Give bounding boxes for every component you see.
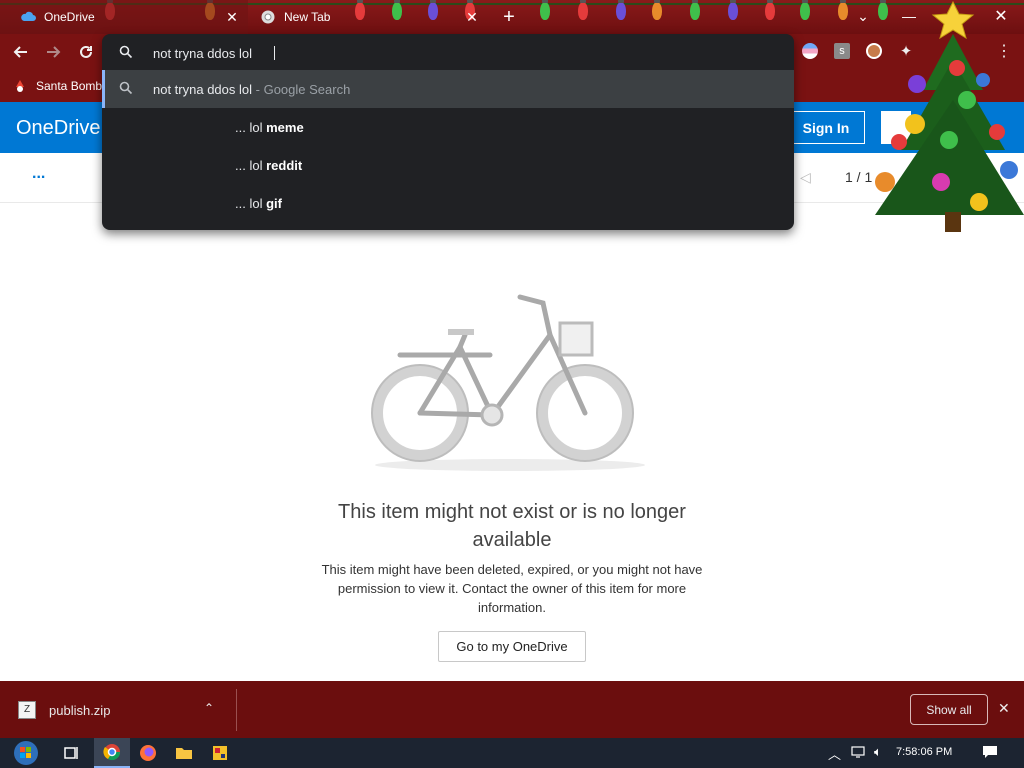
app-title[interactable]: OneDrive <box>16 117 100 140</box>
suggestion-completion: meme <box>266 119 304 135</box>
light-bulb <box>652 0 662 20</box>
extension-icon[interactable]: s <box>834 43 850 59</box>
taskbar-file-explorer[interactable] <box>166 738 202 768</box>
selection-indicator <box>102 70 105 108</box>
suggestion-query: not tryna ddos lol <box>153 81 253 97</box>
tab-label: New Tab <box>284 10 331 24</box>
chevron-up-icon[interactable]: ⌃ <box>204 701 214 715</box>
reload-button[interactable] <box>73 39 99 65</box>
close-shelf-icon[interactable]: ✕ <box>998 700 1010 717</box>
light-bulb <box>690 0 700 20</box>
suggestion-text: ... lol meme <box>235 120 304 135</box>
error-description: This item might have been deleted, expir… <box>321 562 703 615</box>
extension-icon[interactable] <box>802 43 818 59</box>
bicycle-illustration <box>371 294 645 471</box>
network-icon[interactable] <box>851 745 867 759</box>
taskbar: ︿ 🔈︎ 7:58:06 PM <box>0 738 1024 768</box>
suggestion-completion: reddit <box>266 157 303 173</box>
close-tab-icon[interactable]: ✕ <box>224 9 240 25</box>
suggestion-text: ... lol reddit <box>235 158 302 173</box>
tab-label: OneDrive <box>44 10 95 24</box>
light-bulb <box>800 0 810 20</box>
taskbar-app[interactable] <box>202 738 238 768</box>
prev-page-icon[interactable]: ◁ <box>800 169 811 186</box>
light-bulb <box>578 0 588 20</box>
zip-file-icon: Z <box>18 701 36 719</box>
omnibox-input[interactable]: not tryna ddos lol <box>153 46 252 61</box>
omnibox-dropdown: not tryna ddos lol not tryna ddos lol - … <box>102 34 794 230</box>
light-bulb <box>616 0 626 20</box>
suggestion-text: not tryna ddos lol - Google Search <box>153 82 350 97</box>
new-tab-button[interactable]: + <box>498 6 520 28</box>
taskbar-chrome[interactable] <box>94 738 130 768</box>
error-title: This item might not exist or is no longe… <box>338 501 686 551</box>
volume-icon[interactable]: 🔈︎ <box>874 744 882 760</box>
divider <box>236 689 237 731</box>
santa-icon <box>14 79 26 93</box>
suggestion-prefix: ... lol <box>235 195 263 211</box>
download-shelf: Z publish.zip ⌃ <box>0 681 1024 738</box>
suggestion-completion: gif <box>266 195 282 211</box>
back-button[interactable] <box>8 39 34 65</box>
close-tab-icon[interactable]: ✕ <box>464 9 480 25</box>
onedrive-cloud-icon <box>20 9 36 25</box>
bookmark-santa-bomb[interactable]: Santa Bomb <box>14 77 102 95</box>
search-icon <box>119 81 135 97</box>
go-to-onedrive-button[interactable]: Go to my OneDrive <box>438 631 586 662</box>
suggestion-item[interactable]: ... lol reddit <box>102 146 794 184</box>
tab-new-tab[interactable]: New Tab ✕ <box>250 0 488 34</box>
suggestion-item[interactable]: not tryna ddos lol - Google Search <box>102 70 794 108</box>
more-options-button[interactable]: ... <box>32 165 45 183</box>
suggestion-prefix: ... lol <box>235 119 263 135</box>
chevron-up-icon[interactable]: ︿ <box>828 744 841 763</box>
notifications-icon[interactable] <box>982 745 998 759</box>
download-file-name[interactable]: publish.zip <box>49 703 110 718</box>
chrome-icon <box>260 9 276 25</box>
suggestion-prefix: ... lol <box>235 157 263 173</box>
light-bulb <box>728 0 738 20</box>
bookmark-label: Santa Bomb <box>36 79 103 93</box>
taskbar-firefox[interactable] <box>130 738 166 768</box>
suggestion-item[interactable]: ... lol meme <box>102 108 794 146</box>
suggestion-item[interactable]: ... lol gif <box>102 184 794 222</box>
tab-onedrive[interactable]: OneDrive ✕ <box>0 0 248 34</box>
text-cursor <box>274 46 276 60</box>
start-button[interactable] <box>8 738 44 768</box>
forward-button[interactable] <box>40 39 66 65</box>
suggestion-text: ... lol gif <box>235 196 282 211</box>
search-icon <box>119 45 135 61</box>
sign-in-button[interactable]: Sign In <box>787 111 865 144</box>
light-bulb <box>540 0 550 20</box>
light-bulb <box>765 0 775 20</box>
suggestion-suffix: - Google Search <box>255 81 351 97</box>
clock[interactable]: 7:58:06 PM <box>896 746 952 758</box>
task-view-icon[interactable] <box>54 738 90 768</box>
christmas-tree-decoration <box>875 0 1024 232</box>
show-all-button[interactable]: Show all <box>910 694 988 725</box>
omnibox-input-row[interactable]: not tryna ddos lol <box>102 34 794 72</box>
